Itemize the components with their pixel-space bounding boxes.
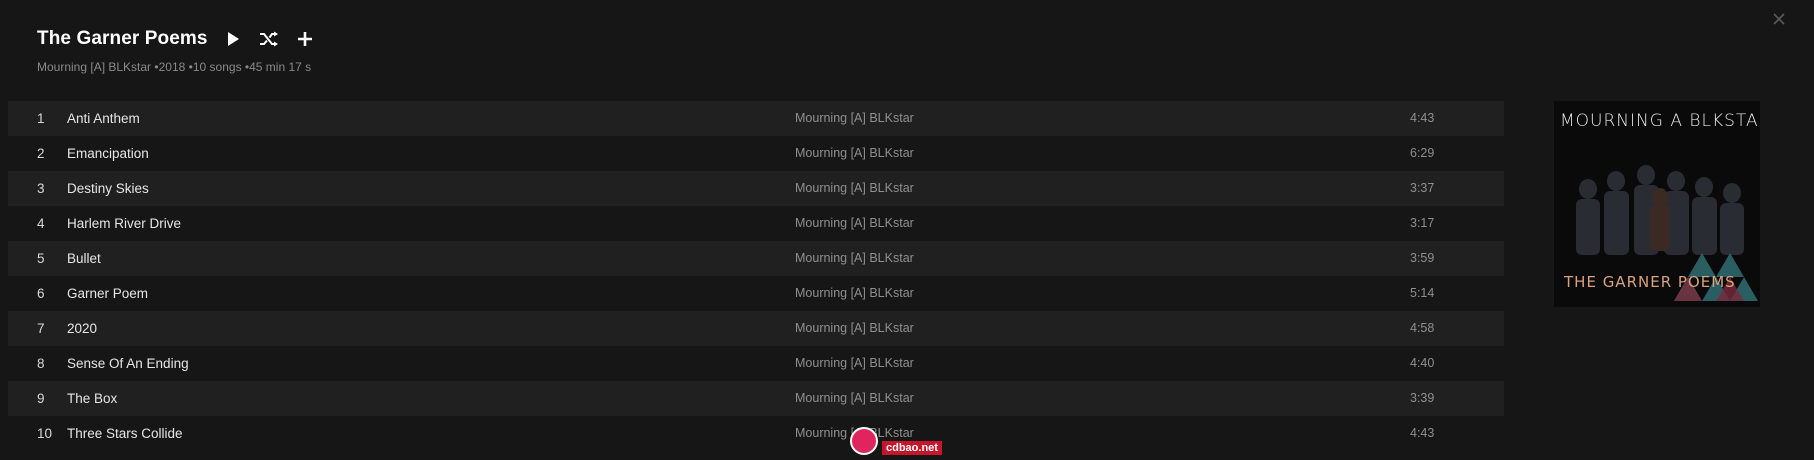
track-duration: 3:17 [1410, 216, 1435, 230]
track-number: 6 [37, 286, 45, 301]
track-artist[interactable]: Mourning [A] BLKstar [795, 241, 914, 276]
track-title: Emancipation [67, 146, 149, 161]
close-icon[interactable] [1770, 10, 1788, 28]
track-duration: 3:59 [1410, 251, 1435, 265]
track-row[interactable]: 1 Anti Anthem Mourning [A] BLKstar 4:43 [8, 101, 1504, 136]
add-button[interactable] [294, 28, 316, 50]
track-title: Anti Anthem [67, 111, 140, 126]
track-title: Three Stars Collide [67, 426, 183, 441]
cover-bottom-text: THE GARNER POEMS [1564, 273, 1736, 291]
track-artist[interactable]: Mourning [A] BLKstar [795, 416, 914, 451]
track-number: 3 [37, 181, 45, 196]
track-title: Sense Of An Ending [67, 356, 189, 371]
album-header: The Garner Poems Mourning [A] BLKstar • … [37, 24, 316, 74]
track-title: Bullet [67, 251, 101, 266]
album-duration: 45 min 17 s [242, 60, 312, 74]
track-title: The Box [67, 391, 118, 406]
track-row[interactable]: 9 The Box Mourning [A] BLKstar 3:39 [8, 381, 1504, 416]
track-list: 1 Anti Anthem Mourning [A] BLKstar 4:43 … [8, 101, 1504, 451]
track-artist[interactable]: Mourning [A] BLKstar [795, 171, 914, 206]
track-title: Destiny Skies [67, 181, 149, 196]
play-button[interactable] [222, 28, 244, 50]
album-artist[interactable]: Mourning [A] BLKstar [37, 60, 151, 74]
album-detail-view: The Garner Poems Mourning [A] BLKstar • … [0, 0, 1814, 460]
track-duration: 4:40 [1410, 356, 1435, 370]
track-row[interactable]: 3 Destiny Skies Mourning [A] BLKstar 3:3… [8, 171, 1504, 206]
album-meta: Mourning [A] BLKstar201810 songs45 min 1… [37, 60, 316, 74]
track-title: Harlem River Drive [67, 216, 182, 231]
track-artist[interactable]: Mourning [A] BLKstar [795, 381, 914, 416]
album-year: 2018 [151, 60, 185, 74]
album-title: The Garner Poems [37, 28, 208, 49]
album-cover: MOURNING A BLKSTAR THE GARNER POEMS [1554, 101, 1760, 307]
track-title: 2020 [67, 321, 98, 336]
title-row: The Garner Poems [37, 24, 316, 54]
track-title: Garner Poem [67, 286, 149, 301]
track-duration: 6:29 [1410, 146, 1435, 160]
track-number: 5 [37, 251, 45, 266]
track-duration: 4:43 [1410, 111, 1435, 125]
track-number: 7 [37, 321, 45, 336]
track-artist[interactable]: Mourning [A] BLKstar [795, 346, 914, 381]
track-row[interactable]: 10 Three Stars Collide Mourning [A] BLKs… [8, 416, 1504, 451]
plus-icon [297, 32, 312, 46]
shuffle-button[interactable] [258, 28, 280, 50]
track-artist[interactable]: Mourning [A] BLKstar [795, 311, 914, 346]
cover-top-text: MOURNING A BLKSTAR [1560, 111, 1760, 131]
track-duration: 4:43 [1410, 426, 1435, 440]
track-row[interactable]: 5 Bullet Mourning [A] BLKstar 3:59 [8, 241, 1504, 276]
track-row[interactable]: 2 Emancipation Mourning [A] BLKstar 6:29 [8, 136, 1504, 171]
track-duration: 5:14 [1410, 286, 1435, 300]
track-number: 10 [37, 426, 53, 441]
track-artist[interactable]: Mourning [A] BLKstar [795, 101, 914, 136]
album-song-count: 10 songs [185, 60, 241, 74]
track-number: 2 [37, 146, 45, 161]
shuffle-icon [259, 31, 278, 47]
track-artist[interactable]: Mourning [A] BLKstar [795, 206, 914, 241]
track-artist[interactable]: Mourning [A] BLKstar [795, 136, 914, 171]
track-row[interactable]: 6 Garner Poem Mourning [A] BLKstar 5:14 [8, 276, 1504, 311]
track-number: 4 [37, 216, 45, 231]
track-duration: 3:37 [1410, 181, 1435, 195]
track-number: 1 [37, 111, 45, 126]
track-number: 9 [37, 391, 45, 406]
track-row[interactable]: 8 Sense Of An Ending Mourning [A] BLKsta… [8, 346, 1504, 381]
play-icon [227, 32, 239, 46]
track-row[interactable]: 4 Harlem River Drive Mourning [A] BLKsta… [8, 206, 1504, 241]
track-duration: 4:58 [1410, 321, 1435, 335]
track-artist[interactable]: Mourning [A] BLKstar [795, 276, 914, 311]
track-row[interactable]: 7 2020 Mourning [A] BLKstar 4:58 [8, 311, 1504, 346]
track-number: 8 [37, 356, 45, 371]
track-duration: 3:39 [1410, 391, 1435, 405]
